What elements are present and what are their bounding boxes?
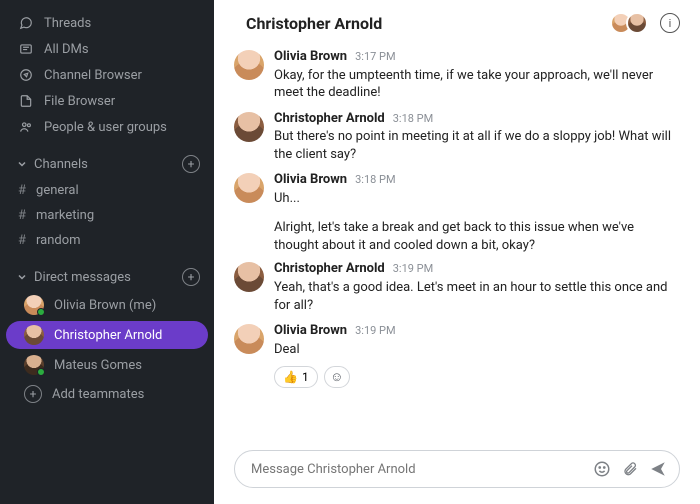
- channel-general[interactable]: # general: [0, 178, 214, 203]
- avatar: [234, 324, 264, 354]
- avatar: [234, 112, 264, 142]
- author: Olivia Brown: [274, 171, 347, 189]
- nav-all-dms[interactable]: All DMs: [0, 36, 214, 62]
- dm-label: Christopher Arnold: [54, 328, 162, 343]
- message-text: But there's no point in meeting it at al…: [274, 128, 680, 163]
- dm-olivia[interactable]: Olivia Brown (me): [6, 291, 208, 319]
- avatar: [234, 50, 264, 80]
- member-avatars[interactable]: [610, 12, 648, 34]
- main: Christopher Arnold i Olivia Brown 3:17 PM…: [214, 0, 700, 504]
- message-text: Okay, for the umpteenth time, if we take…: [274, 67, 680, 102]
- channel-marketing[interactable]: # marketing: [0, 203, 214, 228]
- avatar: [234, 262, 264, 292]
- attach-button[interactable]: [621, 460, 639, 478]
- message-list: Olivia Brown 3:17 PM Okay, for the umptee…: [214, 42, 700, 440]
- add-channel-button[interactable]: +: [182, 155, 200, 173]
- avatar: [24, 325, 44, 345]
- channels-header: Channels +: [0, 150, 214, 178]
- add-teammates-label: Add teammates: [52, 387, 144, 402]
- timestamp: 3:18 PM: [355, 173, 395, 188]
- avatar: [24, 355, 44, 375]
- channel-label: general: [36, 183, 79, 198]
- message-text: Yeah, that's a good idea. Let's meet in …: [274, 279, 680, 314]
- dm-header: Direct messages +: [0, 263, 214, 291]
- timestamp: 3:19 PM: [355, 324, 395, 339]
- file-icon: [18, 93, 34, 109]
- timestamp: 3:17 PM: [355, 50, 395, 65]
- message: Christopher Arnold 3:19 PM Yeah, that's a…: [234, 254, 680, 316]
- message: Olivia Brown 3:17 PM Okay, for the umptee…: [234, 42, 680, 104]
- reaction-count: 1: [302, 370, 309, 384]
- author: Olivia Brown: [274, 322, 347, 340]
- dms-icon: [18, 41, 34, 57]
- info-icon: i: [669, 17, 672, 30]
- dm-label: Mateus Gomes: [54, 358, 142, 373]
- send-button[interactable]: [649, 460, 667, 478]
- author: Christopher Arnold: [274, 110, 385, 128]
- nav-label: Threads: [44, 16, 91, 31]
- threads-icon: [18, 15, 34, 31]
- reaction-emoji: 👍: [283, 370, 298, 384]
- message-text: Uh...: [274, 190, 680, 208]
- timestamp: 3:19 PM: [393, 262, 433, 277]
- reaction-bar: 👍 1 ☺: [234, 366, 680, 388]
- avatar: [234, 173, 264, 203]
- dm-mateus[interactable]: Mateus Gomes: [6, 351, 208, 379]
- people-icon: [18, 119, 34, 135]
- presence-dot: [37, 308, 45, 316]
- emoji-button[interactable]: [593, 460, 611, 478]
- message: Olivia Brown 3:19 PM Deal: [234, 316, 680, 360]
- compass-icon: [18, 67, 34, 83]
- page-title: Christopher Arnold: [246, 14, 382, 33]
- author: Christopher Arnold: [274, 260, 385, 278]
- timestamp: 3:18 PM: [393, 112, 433, 127]
- reaction-thumbsup[interactable]: 👍 1: [274, 366, 318, 388]
- add-dm-button[interactable]: +: [182, 268, 200, 286]
- presence-dot: [37, 368, 45, 376]
- dm-toggle[interactable]: Direct messages: [16, 270, 131, 285]
- nav-label: Channel Browser: [44, 68, 142, 83]
- add-teammates[interactable]: + Add teammates: [6, 381, 208, 407]
- avatar: [24, 295, 44, 315]
- nav-label: People & user groups: [44, 120, 167, 135]
- message-input[interactable]: [251, 462, 583, 477]
- author: Olivia Brown: [274, 48, 347, 66]
- info-button[interactable]: i: [660, 13, 680, 33]
- dm-label: Olivia Brown (me): [54, 298, 156, 313]
- nav-threads[interactable]: Threads: [0, 10, 214, 36]
- message-continuation: Alright, let's take a break and get back…: [234, 219, 680, 254]
- add-reaction-button[interactable]: ☺: [324, 366, 350, 388]
- sidebar: Threads All DMs Channel Browser File Bro…: [0, 0, 214, 504]
- nav-people[interactable]: People & user groups: [0, 114, 214, 140]
- conversation-header: Christopher Arnold i: [214, 0, 700, 42]
- channel-label: random: [36, 233, 81, 248]
- hash-icon: #: [18, 233, 26, 248]
- composer: [214, 440, 700, 504]
- hash-icon: #: [18, 183, 26, 198]
- nav-label: All DMs: [44, 42, 89, 57]
- message: Christopher Arnold 3:18 PM But there's no…: [234, 104, 680, 166]
- nav-label: File Browser: [44, 94, 115, 109]
- plus-icon: +: [24, 385, 42, 403]
- message-text: Deal: [274, 341, 680, 359]
- channels-toggle[interactable]: Channels: [16, 157, 88, 172]
- channel-label: marketing: [36, 208, 94, 223]
- hash-icon: #: [18, 208, 26, 223]
- dm-christopher[interactable]: Christopher Arnold: [6, 321, 208, 349]
- channel-random[interactable]: # random: [0, 228, 214, 253]
- chevron-down-icon: [16, 271, 28, 283]
- avatar: [626, 12, 648, 34]
- nav-file-browser[interactable]: File Browser: [0, 88, 214, 114]
- message: Olivia Brown 3:18 PM Uh...: [234, 165, 680, 209]
- channels-label: Channels: [34, 157, 88, 172]
- nav-channel-browser[interactable]: Channel Browser: [0, 62, 214, 88]
- compose-box[interactable]: [234, 450, 680, 488]
- chevron-down-icon: [16, 158, 28, 170]
- smile-plus-icon: ☺: [330, 369, 343, 385]
- dm-label: Direct messages: [34, 270, 131, 285]
